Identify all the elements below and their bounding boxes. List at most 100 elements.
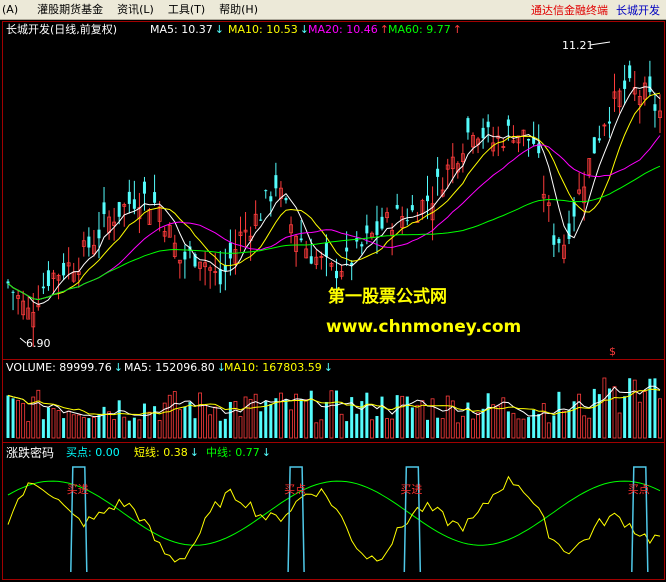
buy-point-value: 买点: 0.00 xyxy=(66,446,120,459)
volume-bar xyxy=(183,406,187,438)
menu-item-a[interactable]: (A) xyxy=(0,0,30,19)
candle-body xyxy=(117,202,121,217)
volume-bar xyxy=(532,409,536,438)
volume-bar xyxy=(248,399,253,439)
stock-name-link[interactable]: 长城开发 xyxy=(614,2,666,18)
volume-bar xyxy=(233,400,238,439)
volume-bars xyxy=(6,377,662,439)
promo-link[interactable]: 通达信金融终端 xyxy=(525,2,614,18)
signal-marker: $ xyxy=(609,345,616,358)
candle-body xyxy=(653,104,657,111)
indicator-lines xyxy=(7,475,661,563)
volume-bar xyxy=(66,410,71,439)
volume-bar xyxy=(46,407,50,438)
volume-bar xyxy=(385,418,389,439)
volume-bar xyxy=(335,390,339,438)
volume-bar xyxy=(521,418,526,439)
volume-bar xyxy=(557,391,561,438)
volume-bar xyxy=(319,419,324,439)
candle-body xyxy=(324,242,328,257)
watermark-url: www.chnmoney.com xyxy=(326,317,521,337)
menu-item-futures[interactable]: 灌股期货基金 xyxy=(30,0,110,19)
volume-bar xyxy=(440,418,445,439)
stock-title: 长城开发(日线,前复权) xyxy=(6,22,117,36)
vol-ma10-legend: MA10: 167803.59 ↓ xyxy=(224,361,333,374)
volume-bar xyxy=(506,411,510,438)
volume-bar xyxy=(279,392,283,439)
short-line xyxy=(7,475,661,563)
volume-bar xyxy=(612,386,617,439)
low-price-label: 6.90 xyxy=(26,337,51,350)
volume-bar xyxy=(637,401,642,439)
volume-bar xyxy=(92,417,96,439)
volume-bar xyxy=(228,401,232,438)
candle-body xyxy=(572,201,576,217)
candle-body xyxy=(264,190,268,192)
buy-signal-text: 买进 xyxy=(400,483,422,496)
menu-item-tools[interactable]: 工具(T) xyxy=(161,0,212,19)
vol-ma10-value: MA10: 167803.59 xyxy=(224,361,322,374)
candle-body xyxy=(345,247,349,252)
ma5-legend: MA5: 10.37 ↓ xyxy=(150,23,224,36)
candle-body xyxy=(269,196,273,202)
volume-bar xyxy=(132,417,136,438)
volume-bar xyxy=(259,411,263,438)
volume-bar xyxy=(274,398,278,438)
candle-body xyxy=(597,138,601,141)
chart-area[interactable]: 长城开发(日线,前复权) MA5: 10.37 ↓ MA10: 10.53 ↓ MA… xyxy=(0,20,666,582)
volume-bar xyxy=(455,422,460,439)
menu-item-news[interactable]: 资讯(L) xyxy=(110,0,161,19)
volume-bar xyxy=(632,379,637,439)
buy-signal-labels: 买进 买点 买进 买点 xyxy=(67,466,650,573)
ma20-line xyxy=(7,135,661,301)
volume-bar xyxy=(193,418,197,438)
volume-bar xyxy=(223,418,227,438)
volume-bar xyxy=(602,377,607,439)
candle-body xyxy=(648,76,652,93)
volume-bar xyxy=(51,408,56,439)
watermark-name: 第一股票公式网 xyxy=(328,286,447,307)
volume-bar xyxy=(476,412,480,439)
volume-bar xyxy=(6,395,10,438)
volume-bar xyxy=(177,409,182,439)
candle-body xyxy=(365,225,369,234)
volume-bar xyxy=(592,388,596,438)
volume-bar xyxy=(623,396,627,438)
ma60-value: MA60: 9.77 xyxy=(388,23,451,36)
candle-body xyxy=(360,244,364,247)
volume-bar xyxy=(97,413,101,438)
volume-bar xyxy=(607,388,611,438)
volume-bar xyxy=(587,417,592,439)
vol-ma5-value: MA5: 152096.80 xyxy=(124,361,215,374)
volume-bar xyxy=(567,409,571,438)
menu-item-help[interactable]: 帮助(H) xyxy=(212,0,265,19)
ma60-arrow: ↑ xyxy=(453,23,462,36)
volume-bar xyxy=(157,420,162,439)
indicator-name: 涨跌密码 xyxy=(6,445,54,460)
volume-bar xyxy=(117,400,121,438)
candle-body xyxy=(62,262,66,276)
volume-bar xyxy=(375,415,379,438)
short-line-value: 短线: 0.38 xyxy=(134,445,188,459)
vol-ma10-arrow: ↓ xyxy=(324,361,333,374)
volume-bar xyxy=(81,417,86,439)
volume-bar xyxy=(405,396,409,438)
volume-bar xyxy=(62,418,66,438)
volume-bar xyxy=(577,393,582,439)
volume-bar xyxy=(345,421,349,438)
candle-body xyxy=(259,219,263,221)
volume-bar xyxy=(365,392,369,438)
volume-bar xyxy=(213,406,218,439)
candle-body xyxy=(41,286,45,289)
candle-body xyxy=(592,137,596,154)
volume-bar xyxy=(537,414,541,438)
mid-line-arrow: ↓ xyxy=(262,446,271,459)
buy-signal-text: 买点 xyxy=(284,483,306,496)
volume-bar xyxy=(471,418,475,439)
volume-bar xyxy=(597,394,601,438)
volume-bar xyxy=(501,397,506,439)
volume-bar xyxy=(41,419,45,438)
volume-bar xyxy=(355,413,359,438)
candle-body xyxy=(284,197,288,201)
candle-body xyxy=(567,223,571,239)
